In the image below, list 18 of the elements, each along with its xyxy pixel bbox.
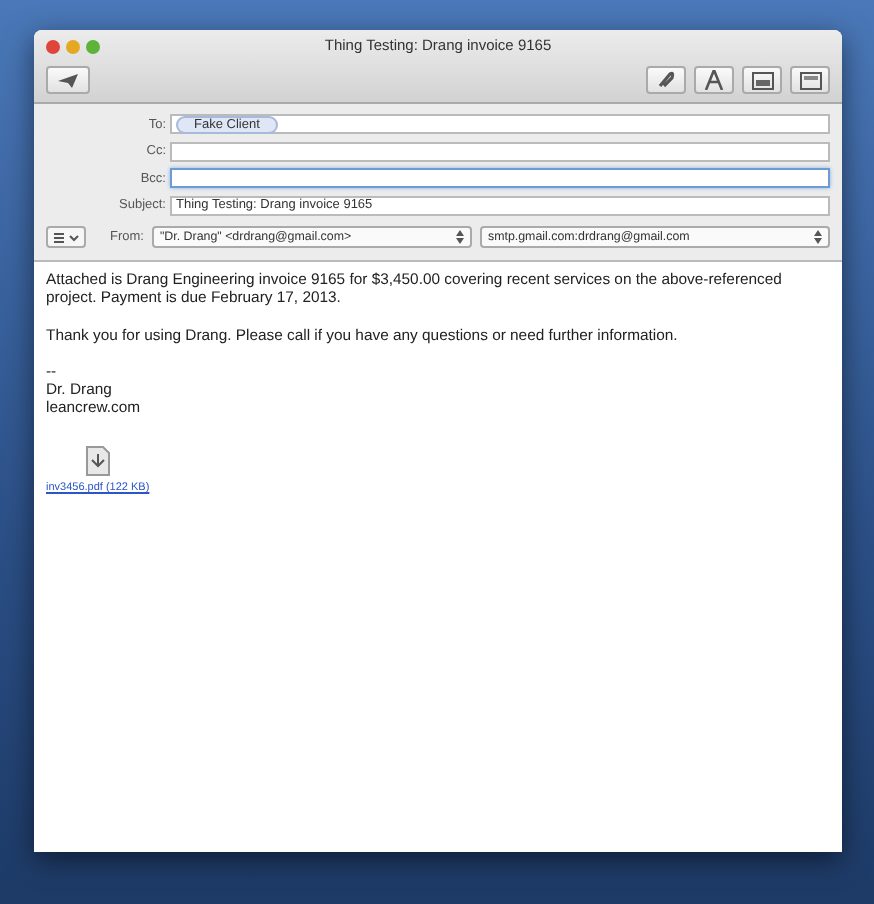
paperclip-icon bbox=[656, 70, 676, 90]
stepper-arrows-icon bbox=[814, 230, 822, 244]
list-menu-button[interactable] bbox=[46, 226, 86, 248]
bcc-field[interactable] bbox=[170, 168, 830, 188]
pdf-file-icon bbox=[86, 446, 110, 476]
stepper-arrows-icon bbox=[455, 230, 464, 244]
letter-a-icon bbox=[704, 70, 724, 90]
cc-field[interactable] bbox=[170, 141, 830, 161]
paper-plane-icon bbox=[56, 71, 80, 89]
list-icon bbox=[52, 231, 80, 243]
photo-browser-button[interactable] bbox=[742, 66, 782, 94]
template-button[interactable] bbox=[790, 66, 830, 94]
send-button[interactable] bbox=[46, 66, 90, 94]
format-button[interactable] bbox=[694, 66, 734, 94]
close-button[interactable] bbox=[46, 39, 60, 53]
photo-icon bbox=[751, 71, 773, 89]
window-icon bbox=[799, 71, 821, 89]
attach-button[interactable] bbox=[646, 66, 686, 94]
